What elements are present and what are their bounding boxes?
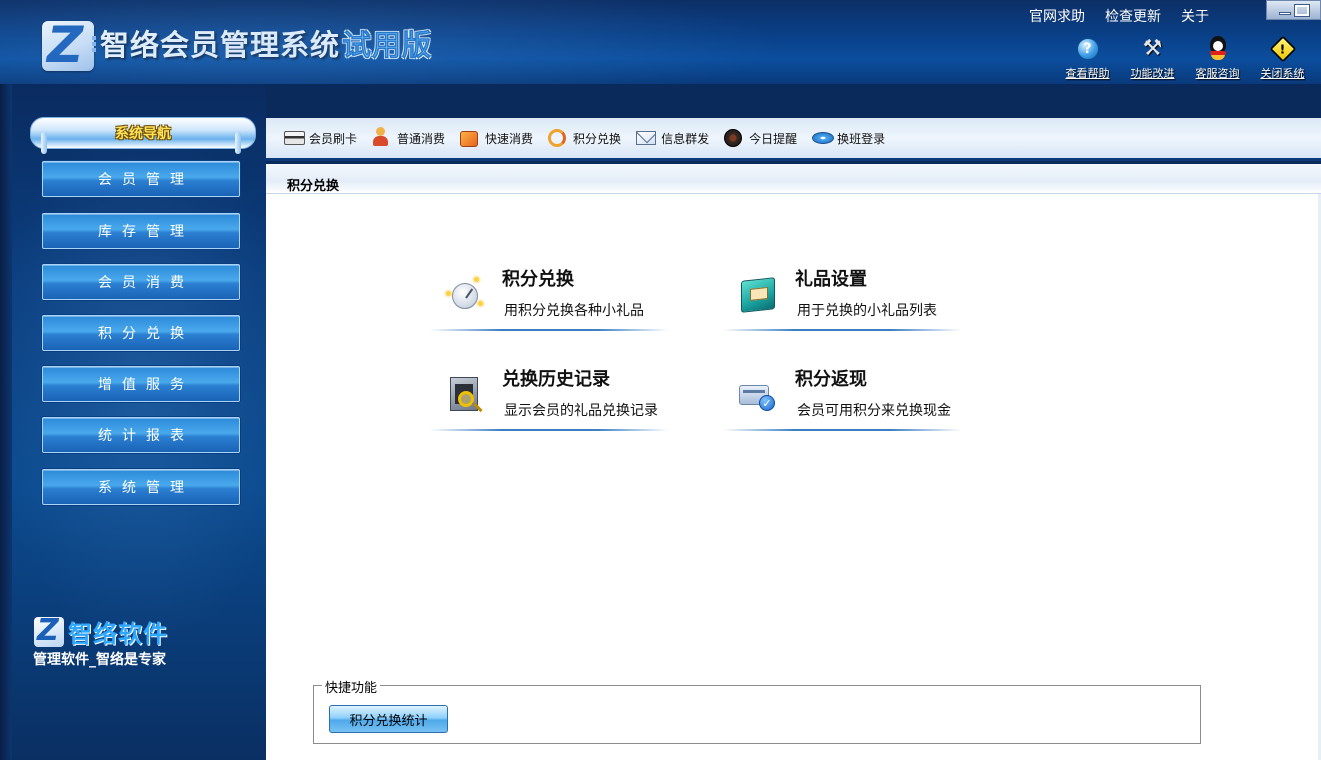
sidebar-item-inventory-management[interactable]: 库存管理 (42, 213, 240, 249)
feature-exchange-history[interactable]: 兑换历史记录 显示会员的礼品兑换记录 (430, 365, 670, 441)
customer-service-label: 客服咨询 (1195, 67, 1240, 80)
brand-slogan: 管理软件_智络是专家 (33, 652, 166, 668)
toolbar-member-swipe-card[interactable]: 会员刷卡 (284, 129, 357, 147)
sidebar-item-statistics-reports[interactable]: 统计报表 (42, 417, 240, 453)
brand-name: 智络软件 (68, 620, 168, 648)
app-logo-icon: Z (42, 17, 94, 73)
qq-icon (1209, 36, 1227, 60)
check-update-link[interactable]: 检查更新 (1105, 6, 1161, 26)
feature-divider (430, 429, 668, 431)
toolbar-label: 快速消费 (485, 131, 534, 146)
app-title-text: 智络会员管理系统 (100, 28, 341, 62)
sidebar-item-member-consumption[interactable]: 会员消费 (42, 264, 240, 300)
warning-icon: ! (1269, 35, 1296, 63)
sidebar: 系统导航 会员管理 库存管理 会员消费 积分兑换 增值服务 统计报表 系统管理 … (0, 84, 266, 760)
toolbar-quick-consumption[interactable]: 快速消费 (460, 129, 533, 147)
quick-functions-group: 快捷功能 积分兑换统计 (313, 677, 1201, 744)
view-help-button[interactable]: ? 查看帮助 (1055, 36, 1120, 81)
toolbar-normal-consumption[interactable]: 普通消费 (372, 127, 446, 147)
brand-logo-icon: Z (34, 616, 64, 647)
app-edition: 试用版 (342, 28, 433, 63)
feature-divider (430, 329, 668, 331)
toolbar-label: 普通消费 (397, 131, 446, 146)
feature-title: 礼品设置 (795, 269, 867, 290)
view-help-label: 查看帮助 (1065, 67, 1110, 80)
nav-header: 系统导航 (30, 117, 256, 154)
header: Z 智络会员管理系统 试用版 官网求助 检查更新 关于 ? 查看帮助 ⚒ 功能改… (0, 0, 1321, 84)
maximize-icon[interactable] (1293, 3, 1310, 17)
toolbar-label: 今日提醒 (749, 131, 798, 146)
feature-improve-label: 功能改进 (1130, 67, 1175, 80)
close-system-label: 关闭系统 (1260, 67, 1305, 80)
points-exchange-icon (444, 275, 484, 315)
sidebar-item-system-management[interactable]: 系统管理 (42, 469, 240, 505)
feature-points-cashback[interactable]: ✓ 积分返现 会员可用积分来兑换现金 (723, 365, 963, 441)
quick-toolbar: 会员刷卡 普通消费 快速消费 积分兑换 信息群发 今日提醒 换班登录 (266, 118, 1321, 161)
feature-improve-button[interactable]: ⚒ 功能改进 (1120, 36, 1185, 81)
about-link[interactable]: 关于 (1181, 6, 1209, 26)
feature-title: 兑换历史记录 (502, 369, 610, 390)
toolbar-points-exchange[interactable]: 积分兑换 (548, 129, 621, 147)
section-title: 积分兑换 (287, 179, 340, 194)
feature-gift-settings[interactable]: 礼品设置 用于兑换的小礼品列表 (723, 265, 963, 341)
help-icon: ? (1076, 38, 1099, 60)
sidebar-edge (0, 84, 12, 760)
cashback-card-icon: ✓ (737, 375, 777, 415)
feature-divider (723, 429, 961, 431)
disk-icon (812, 132, 835, 144)
clock-icon (724, 129, 743, 147)
shopping-icon (460, 131, 479, 147)
nav-header-pin-left (41, 132, 47, 154)
official-help-link[interactable]: 官网求助 (1029, 6, 1085, 26)
person-icon (372, 127, 389, 147)
feature-title: 积分返现 (795, 369, 867, 390)
customer-service-button[interactable]: 客服咨询 (1185, 36, 1250, 81)
nav-header-pin-right (235, 132, 241, 154)
app-title: 智络会员管理系统 试用版 (100, 22, 432, 64)
quick-functions-legend: 快捷功能 (322, 677, 381, 696)
feature-description: 显示会员的礼品兑换记录 (504, 403, 658, 419)
toolbar-label: 信息群发 (661, 131, 710, 146)
window-controls (1266, 0, 1321, 20)
points-exchange-stats-button[interactable]: 积分兑换统计 (329, 705, 448, 733)
feature-points-exchange[interactable]: 积分兑换 用积分兑换各种小礼品 (430, 265, 670, 341)
toolbar-shift-login[interactable]: 换班登录 (812, 129, 885, 147)
section-header: 积分兑换 (266, 164, 1321, 194)
sidebar-item-value-added-services[interactable]: 增值服务 (42, 366, 240, 402)
toolbar-label: 积分兑换 (573, 131, 622, 146)
mail-icon (636, 131, 657, 145)
sidebar-item-points-exchange[interactable]: 积分兑换 (42, 315, 240, 351)
feature-description: 用于兑换的小礼品列表 (797, 303, 937, 319)
main-content: 积分兑换 积分兑换 用积分兑换各种小礼品 礼品设置 用于兑换的小礼品列表 兑换历… (266, 164, 1321, 760)
feature-title: 积分兑换 (502, 269, 574, 290)
tools-icon: ⚒ (1142, 36, 1163, 61)
sidebar-item-member-management[interactable]: 会员管理 (42, 161, 240, 197)
card-icon (284, 131, 305, 145)
exchange-icon (548, 129, 567, 147)
nav-header-label: 系统导航 (115, 126, 171, 142)
history-search-icon (444, 375, 484, 415)
toolbar-label: 换班登录 (837, 131, 886, 146)
toolbar-mass-message[interactable]: 信息群发 (636, 129, 709, 147)
feature-divider (723, 329, 961, 331)
top-links: 官网求助 检查更新 关于 (1029, 6, 1209, 26)
logo-dots (92, 34, 100, 56)
gift-box-icon (737, 275, 777, 315)
toolbar-today-reminder[interactable]: 今日提醒 (724, 129, 797, 147)
feature-description: 会员可用积分来兑换现金 (797, 403, 951, 419)
close-system-button[interactable]: ! 关闭系统 (1250, 35, 1315, 81)
header-tools: ? 查看帮助 ⚒ 功能改进 客服咨询 ! 关闭系统 (1055, 35, 1315, 81)
toolbar-label: 会员刷卡 (309, 131, 358, 146)
sidebar-brand-logo: Z 智络软件 (34, 614, 168, 649)
minimize-icon[interactable] (1278, 11, 1291, 15)
feature-description: 用积分兑换各种小礼品 (504, 303, 644, 319)
